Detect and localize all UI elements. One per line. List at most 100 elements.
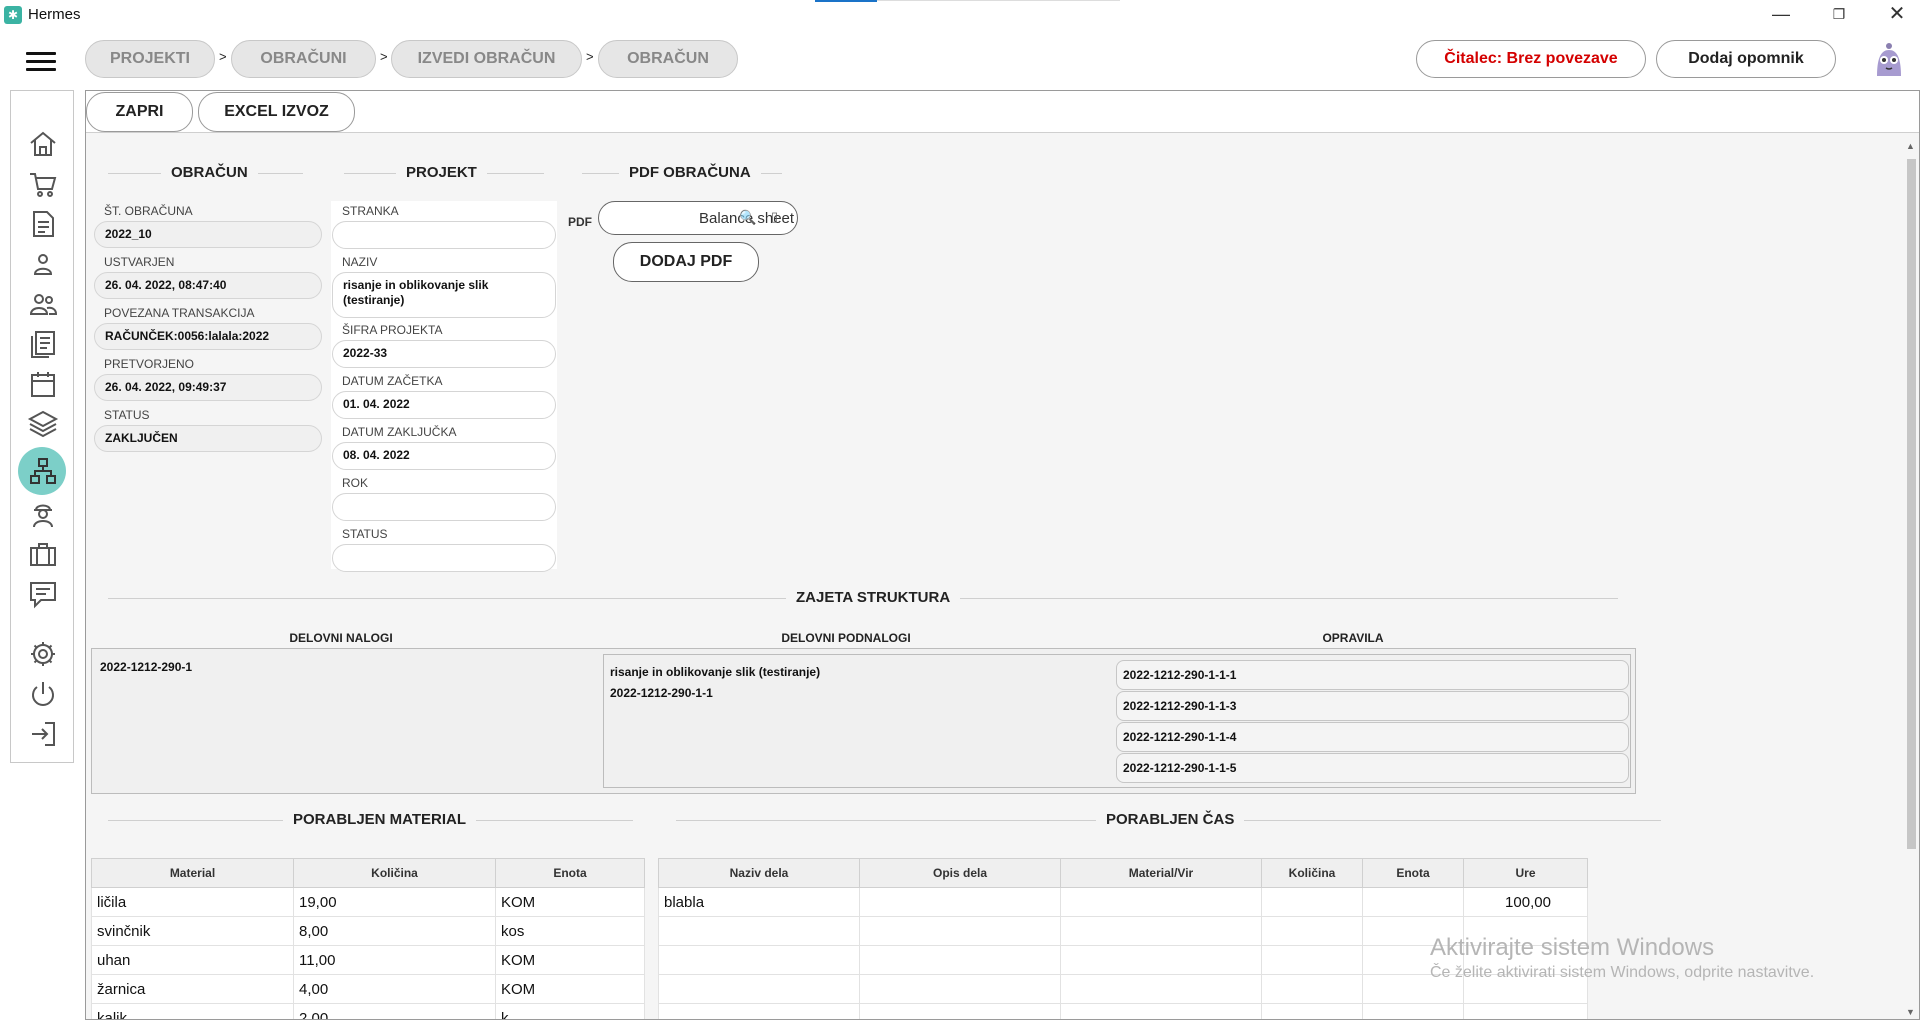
reader-status-button[interactable]: Čitalec: Brez povezave xyxy=(1416,40,1646,78)
invoice-icon[interactable] xyxy=(27,208,59,240)
documents-icon[interactable] xyxy=(27,328,59,360)
field-label: STATUS xyxy=(104,408,150,422)
table-cell: 2,00 xyxy=(293,1003,496,1019)
structure-section-title: ZAJETA STRUKTURA xyxy=(786,589,961,606)
invoice-number-field: 2022_10 xyxy=(94,221,322,248)
task-item[interactable]: 2022-1212-290-1-1-5 xyxy=(1116,753,1629,783)
table-cell xyxy=(859,887,1061,917)
titlebar-divider xyxy=(877,0,1120,1)
scroll-up-icon[interactable]: ▲ xyxy=(1906,141,1915,151)
close-window-icon[interactable]: ✕ xyxy=(1874,0,1920,30)
layers-icon[interactable] xyxy=(27,408,59,440)
project-status-field xyxy=(332,544,556,572)
deadline-field xyxy=(332,493,556,521)
breadcrumb-separator: > xyxy=(586,49,594,64)
breadcrumb-separator: > xyxy=(380,49,388,64)
table-cell: žarnica xyxy=(91,974,294,1004)
column-header[interactable]: Količina xyxy=(1261,858,1363,888)
column-header[interactable]: Opis dela xyxy=(859,858,1061,888)
material-section-title: PORABLJEN MATERIAL xyxy=(283,811,477,828)
column-header[interactable]: Enota xyxy=(1362,858,1464,888)
column-header[interactable]: Material/Vir xyxy=(1060,858,1262,888)
scroll-down-icon[interactable]: ▼ xyxy=(1906,1007,1915,1017)
sub-order-code[interactable]: 2022-1212-290-1-1 xyxy=(610,686,713,700)
field-label: ŠIFRA PROJEKTA xyxy=(342,323,443,337)
add-reminder-button[interactable]: Dodaj opomnik xyxy=(1656,40,1836,78)
column-header[interactable]: Material xyxy=(91,858,294,888)
cart-icon[interactable] xyxy=(27,168,59,200)
table-cell: blabla xyxy=(658,887,860,917)
time-section-title: PORABLJEN ČAS xyxy=(1096,811,1245,828)
breadcrumb-obracuni[interactable]: OBRAČUNI xyxy=(231,40,376,78)
breadcrumb-obracun[interactable]: OBRAČUN xyxy=(598,40,738,78)
scroll-thumb[interactable] xyxy=(1907,159,1916,849)
table-row[interactable] xyxy=(658,1003,1588,1019)
tasks-header: OPRAVILA xyxy=(1322,631,1384,645)
table-row[interactable]: uhan 11,00 KOM xyxy=(91,945,645,975)
task-item[interactable]: 2022-1212-290-1-1-3 xyxy=(1116,691,1629,721)
search-icon[interactable]: 🔍 xyxy=(739,209,756,226)
calendar-icon[interactable] xyxy=(27,368,59,400)
people-icon[interactable] xyxy=(27,288,59,320)
converted-field: 26. 04. 2022, 09:49:37 xyxy=(94,374,322,401)
table-cell: 19,00 xyxy=(293,887,496,917)
breadcrumb-izvedi-obracun[interactable]: IZVEDI OBRAČUN xyxy=(391,40,582,78)
table-row[interactable]: svinčnik 8,00 kos xyxy=(91,916,645,946)
column-header[interactable]: Enota xyxy=(495,858,645,888)
table-row[interactable]: kalik 2,00 k xyxy=(91,1003,645,1019)
table-row[interactable]: žarnica 4,00 KOM xyxy=(91,974,645,1004)
field-label: STRANKA xyxy=(342,204,399,218)
field-label: POVEZANA TRANSAKCIJA xyxy=(104,306,255,320)
minimize-icon[interactable]: — xyxy=(1758,0,1804,30)
table-cell: 4,00 xyxy=(293,974,496,1004)
window-titlebar: ✱ Hermes — ❐ ✕ xyxy=(0,0,1920,30)
pdf-file-field[interactable]: Balance sheet 🔍 ▯ xyxy=(598,201,798,235)
table-row[interactable]: blabla 100,00 xyxy=(658,887,1588,917)
column-header[interactable]: Količina xyxy=(293,858,496,888)
pdf-label: PDF xyxy=(568,215,592,229)
table-cell: KOM xyxy=(495,887,645,917)
client-field xyxy=(332,221,556,249)
power-icon[interactable] xyxy=(27,678,59,710)
table-row[interactable]: ličila 19,00 KOM xyxy=(91,887,645,917)
close-button[interactable]: ZAPRI xyxy=(86,92,193,132)
field-label: NAZIV xyxy=(342,255,378,269)
home-icon[interactable] xyxy=(27,128,59,160)
excel-export-button[interactable]: EXCEL IZVOZ xyxy=(198,92,355,132)
menu-icon[interactable] xyxy=(26,52,56,74)
add-pdf-button[interactable]: DODAJ PDF xyxy=(613,242,759,282)
gear-icon[interactable] xyxy=(27,638,59,670)
structure-table: 2022-1212-290-1 risanje in oblikovanje s… xyxy=(91,648,1636,794)
avatar[interactable] xyxy=(1872,40,1906,78)
table-cell: uhan xyxy=(91,945,294,975)
briefcase-icon[interactable] xyxy=(27,538,59,570)
task-item[interactable]: 2022-1212-290-1-1-1 xyxy=(1116,660,1629,690)
restore-icon[interactable]: ❐ xyxy=(1816,0,1862,30)
vertical-scrollbar[interactable]: ▲ ▼ xyxy=(1905,139,1917,1019)
main-panel: ZAPRI EXCEL IZVOZ OBRAČUN ŠT. OBRAČUNA 2… xyxy=(85,90,1920,1020)
breadcrumb-separator: > xyxy=(219,49,227,64)
chat-icon[interactable] xyxy=(27,578,59,610)
end-date-field: 08. 04. 2022 xyxy=(332,442,556,470)
field-label: USTVARJEN xyxy=(104,255,175,269)
work-order-item[interactable]: 2022-1212-290-1 xyxy=(100,660,192,674)
worker-icon[interactable] xyxy=(27,498,59,530)
material-table: Material Količina Enota ličila 19,00 KOM s… xyxy=(91,858,645,1019)
status-field: ZAKLJUČEN xyxy=(94,425,322,452)
table-cell: kos xyxy=(495,916,645,946)
column-header[interactable]: Ure xyxy=(1463,858,1588,888)
hierarchy-icon[interactable] xyxy=(27,455,59,487)
projekt-section-title: PROJEKT xyxy=(396,164,487,181)
file-icon[interactable]: ▯ xyxy=(771,209,778,225)
app-logo-icon: ✱ xyxy=(4,6,22,24)
exit-icon[interactable] xyxy=(27,718,59,750)
table-cell: 11,00 xyxy=(293,945,496,975)
sub-order-name[interactable]: risanje in oblikovanje slik (testiranje) xyxy=(610,665,820,679)
created-field: 26. 04. 2022, 08:47:40 xyxy=(94,272,322,299)
task-item[interactable]: 2022-1212-290-1-1-4 xyxy=(1116,722,1629,752)
column-header[interactable]: Naziv dela xyxy=(658,858,860,888)
start-date-field: 01. 04. 2022 xyxy=(332,391,556,419)
breadcrumb-projekti[interactable]: PROJEKTI xyxy=(85,40,215,78)
person-icon[interactable] xyxy=(27,248,59,280)
table-cell: ličila xyxy=(91,887,294,917)
